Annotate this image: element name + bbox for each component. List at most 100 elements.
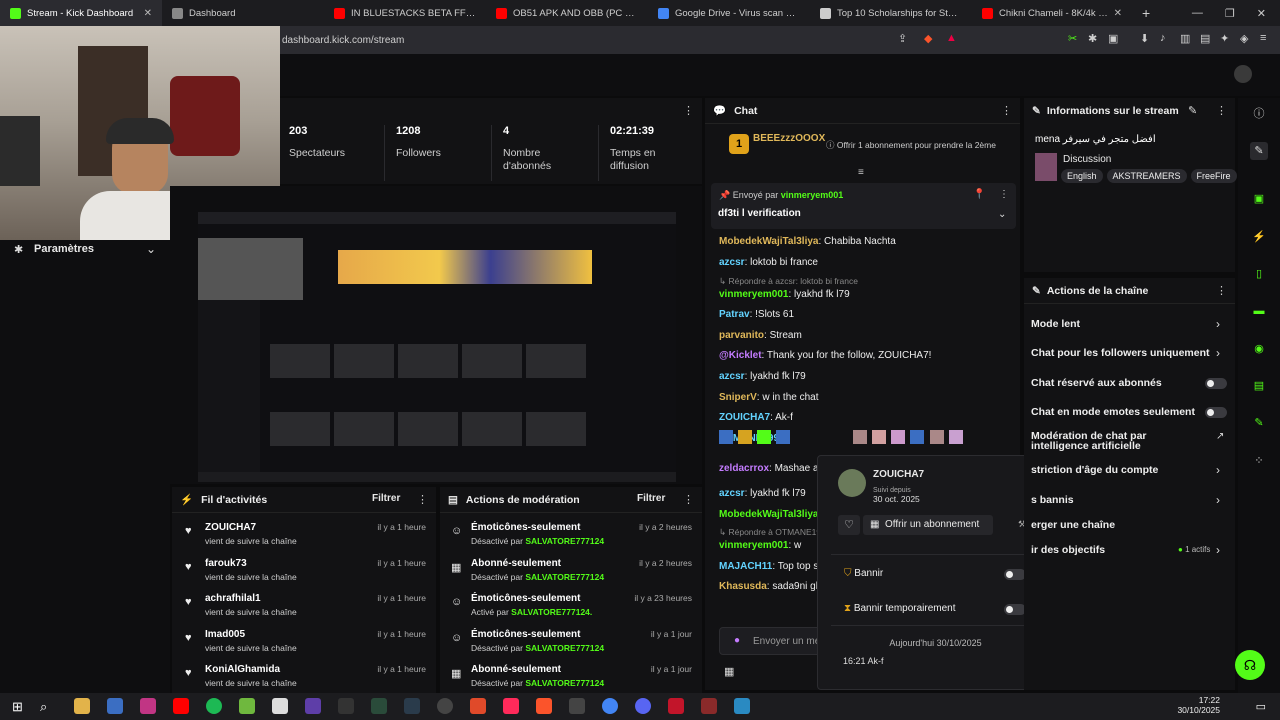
pinned-by-user[interactable]: vinmeryem001 <box>781 190 844 200</box>
channel-action-label[interactable]: striction d'âge du compte <box>1031 464 1158 476</box>
more-options-icon[interactable]: ⋮ <box>683 104 694 117</box>
channel-action-label[interactable]: ir des objectifs <box>1031 544 1105 556</box>
activity-user[interactable]: ZOUICHA7 <box>205 522 256 533</box>
chevron-down-icon[interactable]: ⌄ <box>998 209 1006 220</box>
extension-icon[interactable]: ✂ <box>1068 32 1077 45</box>
settings-label[interactable]: Paramètres <box>34 243 94 255</box>
app-icon[interactable] <box>734 698 750 714</box>
notepad-icon[interactable] <box>272 698 288 714</box>
activity-user[interactable]: achrafhilal1 <box>205 593 261 604</box>
capcut-icon[interactable] <box>338 698 354 714</box>
browser-tab[interactable]: Stream - Kick Dashboard ✕ <box>0 0 162 26</box>
file-explorer-icon[interactable] <box>74 698 90 714</box>
more-options-icon[interactable]: ⋮ <box>999 189 1009 200</box>
spotify-icon[interactable] <box>206 698 222 714</box>
app-icon[interactable] <box>701 698 717 714</box>
heart-button[interactable]: ♡ <box>838 515 860 535</box>
chat-username[interactable]: @Kicklet <box>719 350 762 361</box>
browser-tab[interactable]: Top 10 Scholarships for Studying Ab <box>810 0 972 26</box>
puzzle-icon[interactable]: ✱ <box>1088 32 1097 45</box>
brave-shield-icon[interactable]: ◆ <box>924 32 932 45</box>
moderator-name[interactable]: SALVATORE777124. <box>511 607 592 617</box>
lightning-icon[interactable]: ⚡ <box>1250 228 1268 246</box>
screenshot-icon[interactable]: ▣ <box>1108 32 1118 45</box>
browser-tab[interactable]: Dashboard <box>162 0 324 26</box>
chrome-icon[interactable] <box>602 698 618 714</box>
chat-username[interactable]: MAJACH11 <box>719 561 772 572</box>
stream-preview[interactable] <box>198 212 676 482</box>
rewards-icon[interactable]: ▲ <box>946 32 957 44</box>
browser-tab[interactable]: OB51 APK AND OBB (PC VERSION) a <box>486 0 648 26</box>
camera-icon[interactable]: ▣ <box>1250 190 1268 208</box>
window-icon[interactable]: ▤ <box>1250 377 1268 395</box>
obs-icon[interactable] <box>437 698 453 714</box>
channel-action-label[interactable]: Mode lent <box>1031 318 1080 330</box>
channel-action-label[interactable]: Chat pour les followers uniquement <box>1031 347 1210 359</box>
app-icon[interactable] <box>569 698 585 714</box>
action-toggle[interactable] <box>1205 378 1227 389</box>
chat-username[interactable]: MobedekWajiTal3liya <box>719 509 818 520</box>
share-icon[interactable]: ⇪ <box>898 32 907 45</box>
chat-username[interactable]: azcsr <box>719 371 745 382</box>
browser-tab[interactable]: IN BLUESTACKS BETA FF VERSION, C <box>324 0 486 26</box>
tag[interactable]: AKSTREAMERS <box>1106 169 1187 183</box>
wallet-icon[interactable]: ▤ <box>1200 32 1210 45</box>
start-icon[interactable]: ⊞ <box>12 699 23 715</box>
close-icon[interactable]: ✕ <box>1114 8 1122 19</box>
channel-action-label[interactable]: s bannis <box>1031 494 1074 506</box>
support-button[interactable]: ☊ <box>1235 650 1265 680</box>
broadcast-icon[interactable]: ◉ <box>1250 340 1268 358</box>
category-link[interactable]: Discussion <box>1063 154 1111 165</box>
moderator-name[interactable]: SALVATORE777124 <box>525 536 604 546</box>
chat-username[interactable]: MobedekWajiTal3liya <box>719 236 818 247</box>
external-link-icon[interactable]: ↗ <box>1216 431 1224 442</box>
maximize-icon[interactable]: ❐ <box>1225 7 1235 20</box>
moderator-name[interactable]: SALVATORE777124 <box>525 678 604 688</box>
timeout-toggle[interactable] <box>1004 604 1026 615</box>
close-icon[interactable]: ✕ <box>144 8 152 19</box>
apps-icon[interactable]: ⁘ <box>1250 452 1268 470</box>
moderator-name[interactable]: SALVATORE777124 <box>525 572 604 582</box>
channel-action-label[interactable]: Chat en mode emotes seulement <box>1031 406 1195 418</box>
chevron-right-icon[interactable]: › <box>1216 463 1220 477</box>
tiktok-icon[interactable] <box>503 698 519 714</box>
chat-username[interactable]: Khasusda <box>719 581 767 592</box>
chat-username[interactable]: parvanito <box>719 330 764 341</box>
browser-tab[interactable]: Google Drive - Virus scan warning <box>648 0 810 26</box>
url-field[interactable]: dashboard.kick.com/stream <box>282 35 404 46</box>
activity-user[interactable]: Imad005 <box>205 629 245 640</box>
store-icon[interactable] <box>107 698 123 714</box>
vpn-icon[interactable]: ◈ <box>1240 32 1248 45</box>
more-options-icon[interactable]: ⋮ <box>1001 104 1012 117</box>
discord-icon[interactable] <box>635 698 651 714</box>
chat-username[interactable]: azcsr <box>719 257 745 268</box>
pdf-icon[interactable] <box>668 698 684 714</box>
activity-item[interactable]: ♥ achrafhilal1 vient de suivre la chaîne il… <box>185 593 430 623</box>
activity-user[interactable]: KoniAlGhamida <box>205 664 280 675</box>
activity-item[interactable]: ♥ KoniAlGhamida vient de suivre la chaîne i… <box>185 664 430 694</box>
moderator-name[interactable]: SALVATORE777124 <box>525 643 604 653</box>
menu-icon[interactable]: ≡ <box>1260 32 1266 44</box>
more-options-icon[interactable]: ⋮ <box>683 493 694 506</box>
filter-button[interactable]: Filtrer <box>637 493 665 504</box>
chat-username[interactable]: vinmeryem001 <box>719 540 789 551</box>
chat-icon[interactable]: ▬ <box>1250 302 1268 320</box>
tag[interactable]: FreeFire <box>1190 169 1237 183</box>
shield-app-icon[interactable] <box>305 698 321 714</box>
more-options-icon[interactable]: ⋮ <box>1216 104 1227 117</box>
browser-tab[interactable]: Chikni Chameli - 8K/4k Mu ✕ <box>972 0 1132 26</box>
app-icon[interactable] <box>140 698 156 714</box>
app-icon[interactable] <box>404 698 420 714</box>
channel-action-label[interactable]: Modération de chat par intelligence arti… <box>1031 431 1206 452</box>
chat-username[interactable]: SniperV <box>719 392 757 403</box>
activity-item[interactable]: ♥ farouk73 vient de suivre la chaîne il y a… <box>185 558 430 588</box>
gift-subscription-button[interactable]: ▦ Offrir un abonnement <box>863 515 993 535</box>
activity-item[interactable]: ♥ ZOUICHA7 vient de suivre la chaîne il y a… <box>185 522 430 552</box>
ban-toggle[interactable] <box>1004 569 1026 580</box>
avatar[interactable] <box>1234 65 1252 83</box>
info-icon[interactable]: ⓘ <box>1250 105 1268 123</box>
ai-icon[interactable]: ✦ <box>1220 32 1229 45</box>
chevron-right-icon[interactable]: › <box>1216 346 1220 360</box>
chat-username[interactable]: Patrav <box>719 309 750 320</box>
tag[interactable]: English <box>1061 169 1103 183</box>
